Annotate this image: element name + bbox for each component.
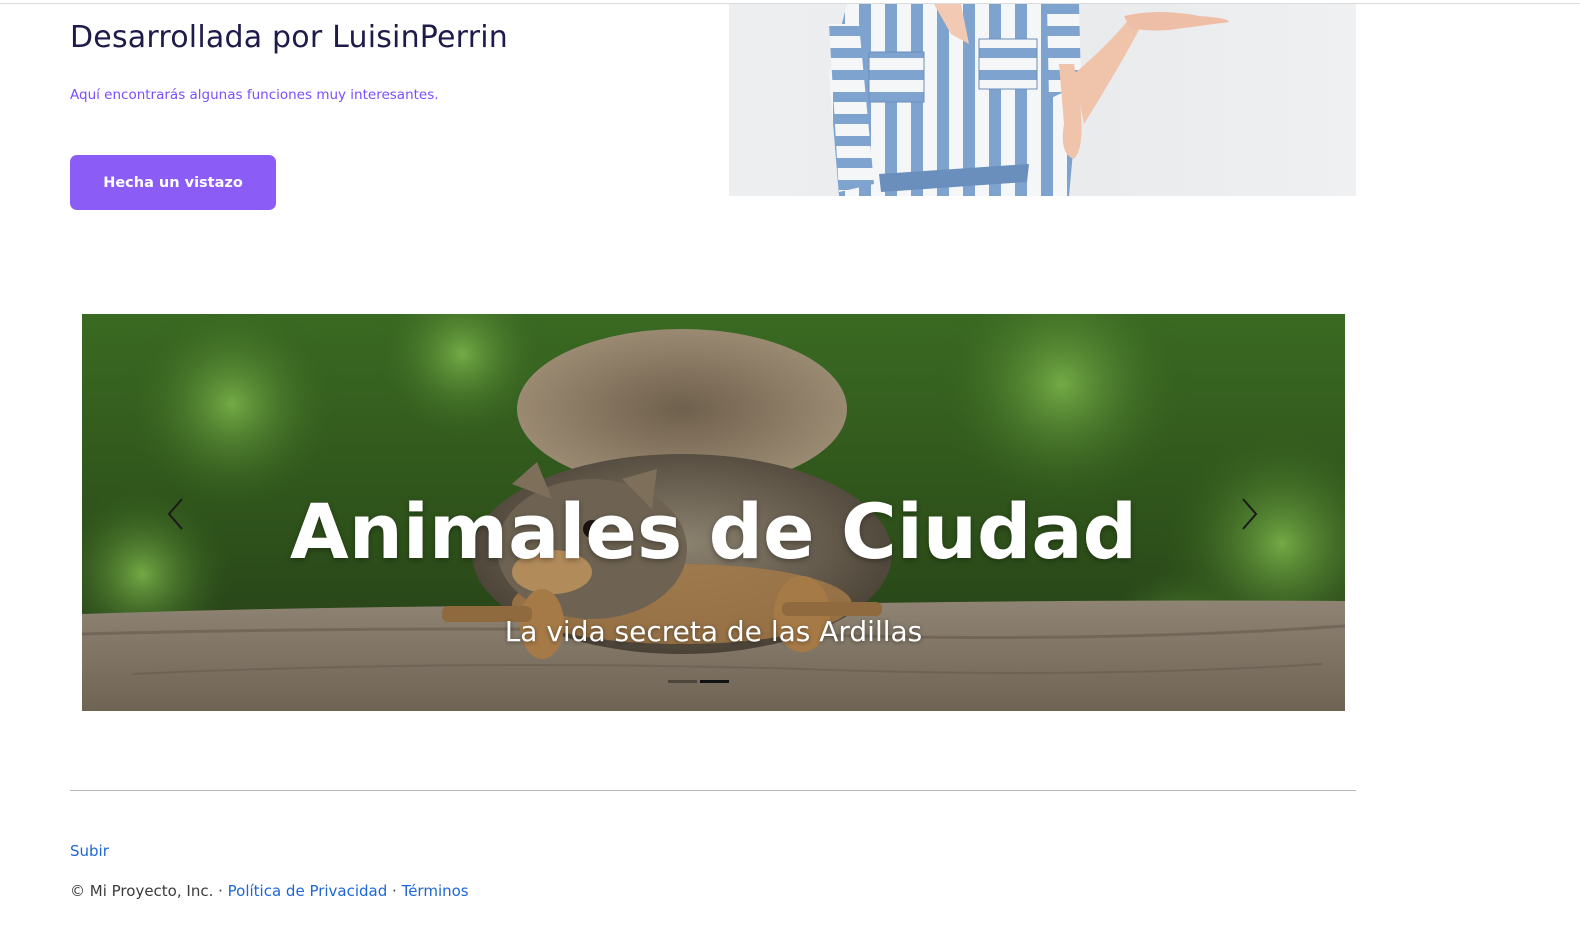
copyright-text: © Mi Proyecto, Inc. ·	[70, 882, 228, 900]
footer-divider	[70, 790, 1356, 791]
hero-subtitle: Aquí encontrarás algunas funciones muy i…	[70, 87, 439, 103]
privacy-link[interactable]: Política de Privacidad	[228, 882, 388, 900]
footer-copyright: © Mi Proyecto, Inc. · Política de Privac…	[70, 881, 469, 901]
terms-link[interactable]: Términos	[402, 882, 469, 900]
carousel-next-button[interactable]	[1219, 484, 1279, 544]
carousel-title: Animales de Ciudad	[289, 487, 1138, 576]
carousel: Animales de Ciudad La vida secreta de la…	[82, 314, 1345, 711]
woman-striped-dress-image	[829, 4, 1229, 196]
hero-title: Desarrollada por LuisinPerrin	[70, 20, 508, 55]
carousel-subtitle: La vida secreta de las Ardillas	[504, 615, 923, 648]
carousel-prev-button[interactable]	[146, 484, 206, 544]
carousel-indicator-1[interactable]	[668, 680, 697, 683]
chevron-left-icon	[167, 498, 183, 530]
carousel-indicator-2[interactable]	[700, 680, 729, 683]
footer-separator: ·	[387, 882, 402, 900]
chevron-right-icon	[1242, 498, 1258, 530]
back-to-top-link[interactable]: Subir	[70, 841, 109, 861]
carousel-indicators	[668, 680, 729, 683]
hero-text-block: Desarrollada por LuisinPerrin Aquí encon…	[70, 16, 690, 104]
hero-photo	[729, 4, 1356, 196]
look-button[interactable]: Hecha un vistazo	[70, 155, 276, 210]
